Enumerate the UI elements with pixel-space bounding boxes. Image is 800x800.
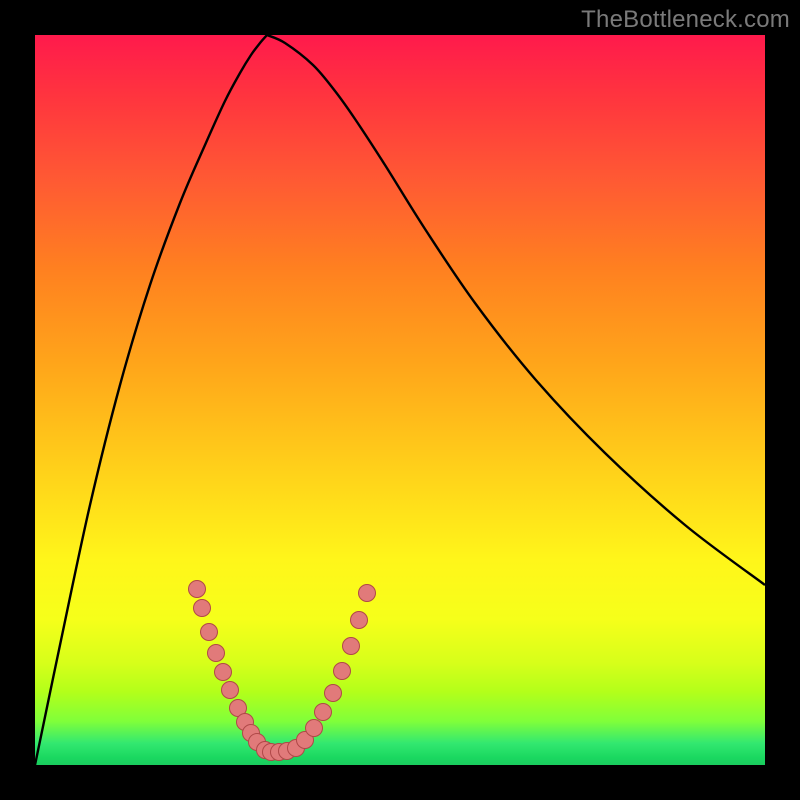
data-marker bbox=[315, 704, 332, 721]
watermark-text: TheBottleneck.com bbox=[581, 6, 790, 34]
data-marker bbox=[222, 682, 239, 699]
plot-area bbox=[35, 35, 765, 765]
right-branch-curve bbox=[267, 35, 765, 585]
curve-layer bbox=[35, 35, 765, 765]
data-marker bbox=[189, 581, 206, 598]
data-marker bbox=[215, 664, 232, 681]
data-marker bbox=[334, 663, 351, 680]
data-marker bbox=[351, 612, 368, 629]
data-marker bbox=[201, 624, 218, 641]
data-marker bbox=[343, 638, 360, 655]
left-branch-curve bbox=[35, 35, 267, 765]
data-marker bbox=[306, 720, 323, 737]
data-marker bbox=[208, 645, 225, 662]
data-marker bbox=[194, 600, 211, 617]
data-marker bbox=[325, 685, 342, 702]
data-markers bbox=[189, 581, 376, 761]
chart-frame: TheBottleneck.com bbox=[0, 0, 800, 800]
data-marker bbox=[359, 585, 376, 602]
